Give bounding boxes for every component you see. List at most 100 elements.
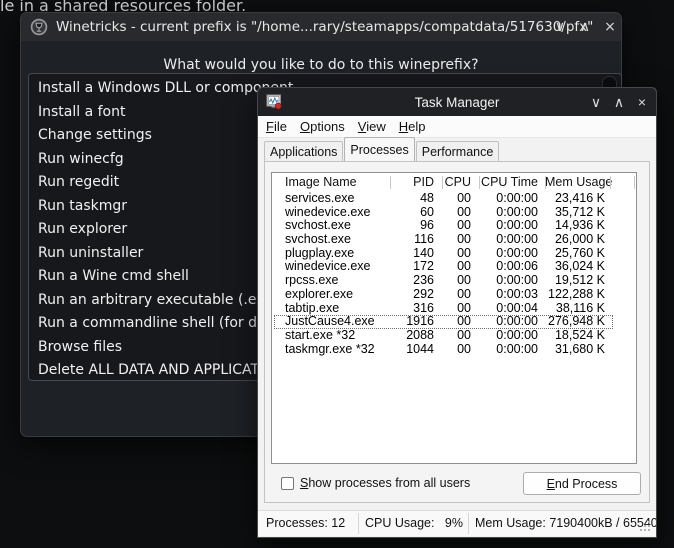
column-separator bbox=[610, 176, 611, 189]
cell-mem: 14,936 K bbox=[554, 218, 605, 233]
process-table: Image Name PID CPU CPU Time Mem Usage se… bbox=[271, 172, 637, 464]
cell-name: rpcss.exe bbox=[285, 273, 339, 288]
menu-item-options[interactable]: Options bbox=[300, 119, 345, 134]
cell-pid: 2088 bbox=[406, 327, 434, 342]
cell-name: tabtip.exe bbox=[285, 300, 340, 315]
cell-pid: 1916 bbox=[406, 314, 434, 329]
table-row[interactable]: JustCause4.exe 1916 00 0:00:00 276,948 K bbox=[272, 314, 636, 329]
column-header-mem-usage[interactable]: Mem Usage bbox=[545, 175, 612, 189]
tab-applications[interactable]: Applications bbox=[264, 141, 344, 161]
cell-time: 0:00:00 bbox=[496, 245, 538, 260]
cell-pid: 116 bbox=[414, 232, 434, 247]
table-row[interactable]: plugplay.exe 140 00 0:00:00 25,760 K bbox=[272, 245, 636, 261]
column-separator bbox=[634, 176, 635, 189]
cell-time: 0:00:06 bbox=[496, 259, 538, 274]
task-manager-titlebar[interactable]: Task Manager ∨ ∧ × bbox=[258, 88, 656, 116]
process-table-header: Image Name PID CPU CPU Time Mem Usage bbox=[272, 173, 636, 192]
table-row[interactable]: winedevice.exe 60 00 0:00:00 35,712 K bbox=[272, 204, 636, 220]
cell-name: winedevice.exe bbox=[285, 259, 371, 274]
task-manager-window: Task Manager ∨ ∧ × File Options View Help A… bbox=[258, 88, 656, 537]
cell-pid: 1044 bbox=[406, 341, 434, 356]
end-process-button[interactable]: End Process bbox=[523, 472, 641, 495]
status-processes: Processes: 12 bbox=[266, 516, 346, 530]
menu-item-file[interactable]: File bbox=[266, 119, 287, 134]
status-bar: Processes: 12 CPU Usage: 9% Mem Usage: 7… bbox=[258, 510, 656, 536]
cell-name: svchost.exe bbox=[285, 218, 352, 233]
menu-item-view[interactable]: View bbox=[358, 119, 386, 134]
cell-cpu: 00 bbox=[457, 232, 471, 247]
status-separator bbox=[358, 513, 359, 534]
winetricks-maximize-button[interactable]: ∧ bbox=[574, 13, 596, 41]
cell-pid: 292 bbox=[413, 286, 434, 301]
column-header-pid[interactable]: PID bbox=[390, 175, 434, 189]
cell-time: 0:00:00 bbox=[496, 232, 538, 247]
tab-strip: Applications Processes Performance bbox=[264, 137, 500, 161]
cell-pid: 172 bbox=[413, 259, 434, 274]
cell-time: 0:00:00 bbox=[496, 218, 538, 233]
table-row[interactable]: taskmgr.exe *32 1044 00 0:00:00 31,680 K bbox=[272, 341, 636, 357]
winetricks-question: What would you like to do to this winepr… bbox=[163, 57, 479, 73]
cell-name: start.exe *32 bbox=[285, 327, 356, 342]
task-manager-minimize-button[interactable]: ∨ bbox=[585, 88, 607, 116]
cell-name: svchost.exe bbox=[285, 232, 352, 247]
cell-pid: 48 bbox=[420, 191, 434, 205]
winetricks-minimize-button[interactable]: ∨ bbox=[549, 13, 571, 41]
status-separator bbox=[468, 513, 469, 534]
menu-item-help[interactable]: Help bbox=[399, 119, 426, 134]
cell-time: 0:00:00 bbox=[496, 273, 538, 288]
tab-performance[interactable]: Performance bbox=[415, 141, 500, 161]
cell-pid: 60 bbox=[420, 204, 434, 219]
cell-pid: 236 bbox=[413, 273, 434, 288]
column-separator bbox=[390, 176, 391, 189]
winetricks-close-button[interactable]: × bbox=[599, 13, 621, 41]
table-row[interactable]: start.exe *32 2088 00 0:00:00 18,524 K bbox=[272, 327, 636, 343]
show-all-users-label[interactable]: Show processes from all users bbox=[300, 476, 470, 490]
table-row[interactable]: svchost.exe 96 00 0:00:00 14,936 K bbox=[272, 219, 636, 233]
cell-cpu: 00 bbox=[457, 204, 471, 219]
cell-mem: 36,024 K bbox=[554, 259, 605, 274]
cell-time: 0:00:00 bbox=[496, 204, 538, 219]
cell-mem: 122,288 K bbox=[548, 286, 605, 301]
cell-cpu: 00 bbox=[457, 286, 471, 301]
status-mem-usage: Mem Usage: 7190400kB / 65540276kB bbox=[475, 516, 656, 530]
winetricks-title: Winetricks - current prefix is "/home...… bbox=[56, 19, 594, 35]
tab-processes[interactable]: Processes bbox=[344, 137, 415, 161]
cell-name: taskmgr.exe *32 bbox=[285, 341, 375, 356]
status-cpu-usage: CPU Usage: 9% bbox=[365, 516, 463, 530]
table-row[interactable]: winedevice.exe 172 00 0:00:06 36,024 K bbox=[272, 260, 636, 274]
resize-grip-icon[interactable] bbox=[648, 529, 650, 531]
show-all-users-checkbox[interactable] bbox=[281, 477, 294, 490]
cell-mem: 23,416 K bbox=[554, 191, 605, 205]
column-header-cpu-time[interactable]: CPU Time bbox=[479, 175, 538, 189]
cell-cpu: 00 bbox=[457, 341, 471, 356]
table-row[interactable]: services.exe 48 00 0:00:00 23,416 K bbox=[272, 191, 636, 206]
cell-name: explorer.exe bbox=[285, 286, 354, 301]
cell-pid: 316 bbox=[413, 300, 434, 315]
cell-cpu: 00 bbox=[457, 273, 471, 288]
cell-name: services.exe bbox=[285, 191, 355, 205]
cell-time: 0:00:00 bbox=[496, 191, 538, 205]
winetricks-app-icon bbox=[30, 18, 48, 36]
cell-cpu: 00 bbox=[457, 259, 471, 274]
cell-cpu: 00 bbox=[457, 314, 471, 329]
column-separator bbox=[442, 176, 443, 189]
task-manager-maximize-button[interactable]: ∧ bbox=[608, 88, 630, 116]
table-row[interactable]: tabtip.exe 316 00 0:00:04 38,116 K bbox=[272, 300, 636, 316]
column-header-image-name[interactable]: Image Name bbox=[274, 175, 397, 189]
cell-pid: 140 bbox=[413, 245, 434, 260]
table-row[interactable]: rpcss.exe 236 00 0:00:00 19,512 K bbox=[272, 273, 636, 288]
task-manager-close-button[interactable]: × bbox=[631, 88, 653, 116]
cell-cpu: 00 bbox=[457, 218, 471, 233]
table-row[interactable]: explorer.exe 292 00 0:00:03 122,288 K bbox=[272, 286, 636, 302]
cell-time: 0:00:04 bbox=[496, 300, 538, 315]
cell-pid: 96 bbox=[420, 218, 434, 233]
winetricks-titlebar[interactable]: Winetricks - current prefix is "/home...… bbox=[21, 13, 621, 41]
table-row[interactable]: svchost.exe 116 00 0:00:00 26,000 K bbox=[272, 232, 636, 247]
column-header-cpu[interactable]: CPU bbox=[442, 175, 471, 189]
cell-name: plugplay.exe bbox=[285, 245, 355, 260]
cell-cpu: 00 bbox=[457, 300, 471, 315]
column-separator bbox=[545, 176, 546, 189]
cell-cpu: 00 bbox=[457, 191, 471, 205]
process-table-body: services.exe 48 00 0:00:00 23,416 K winedevic… bbox=[272, 191, 636, 357]
column-separator bbox=[479, 176, 480, 189]
